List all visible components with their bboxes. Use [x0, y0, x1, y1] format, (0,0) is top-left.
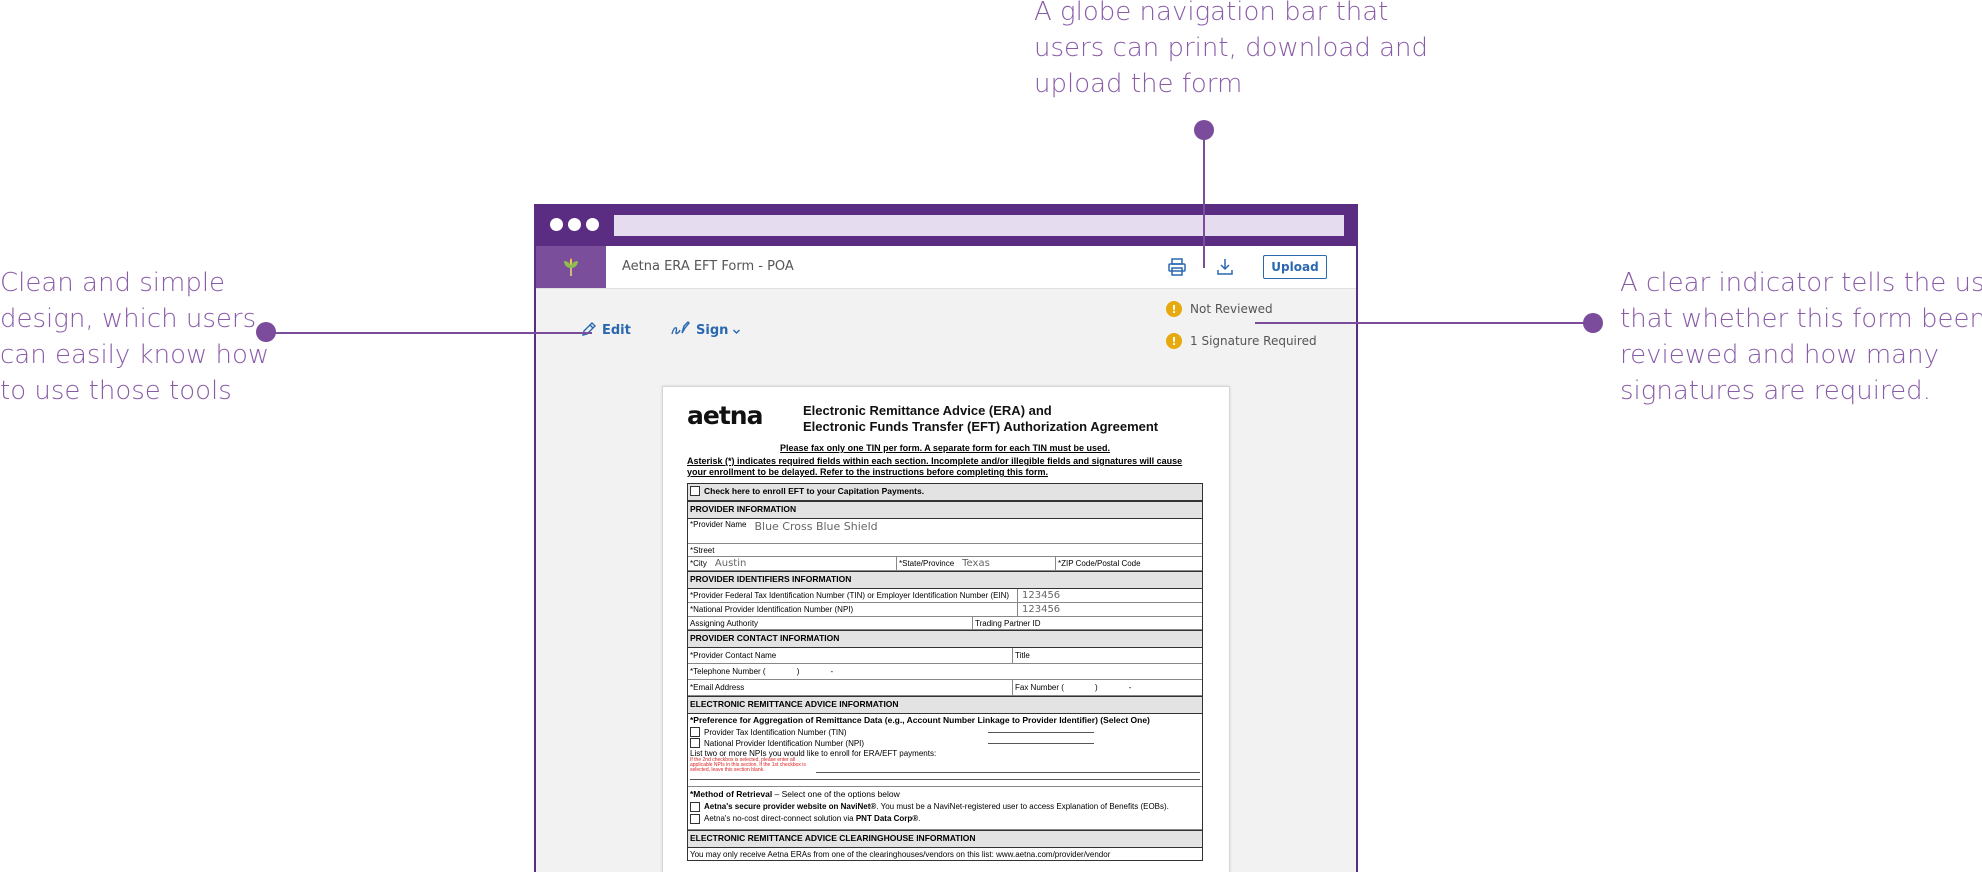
navinet-checkbox[interactable]: [690, 802, 700, 812]
leader-line-right: [1255, 322, 1593, 324]
npi-field[interactable]: 123456: [1022, 604, 1060, 615]
section-identifiers: PROVIDER IDENTIFIERS INFORMATION: [688, 571, 1202, 589]
pencil-icon: [582, 321, 596, 336]
fax-note: Please fax only one TIN per form. A sepa…: [780, 443, 1110, 453]
callout-dot-top: [1194, 120, 1214, 140]
npi-checkbox[interactable]: [690, 738, 700, 748]
provider-name-field[interactable]: Blue Cross Blue Shield: [754, 520, 877, 533]
callout-tools: Clean and simple design, which users can…: [0, 268, 270, 406]
method-block: *Method of Retrieval – Select one of the…: [688, 787, 1202, 830]
callout-dot-left: [256, 322, 276, 342]
window-dot[interactable]: [586, 218, 599, 231]
signature-status-text: 1 Signature Required: [1190, 334, 1317, 348]
form-title: Aetna ERA EFT Form - POA: [622, 259, 794, 274]
tin-row: *Provider Federal Tax Identification Num…: [688, 589, 1202, 603]
option-npi[interactable]: National Provider Identification Number …: [690, 738, 1200, 748]
option-pnt[interactable]: Aetna's no-cost direct-connect solution …: [690, 814, 1200, 824]
chevron-down-icon[interactable]: [732, 327, 741, 336]
phone-row[interactable]: *Telephone Number ( ) -: [688, 664, 1202, 680]
edit-label: Edit: [602, 323, 631, 338]
street-row[interactable]: *Street: [688, 544, 1202, 557]
zip-cell[interactable]: *ZIP Code/Postal Code: [1056, 557, 1202, 570]
callout-dot-right: [1583, 313, 1603, 333]
tin-field[interactable]: 123456: [1022, 590, 1060, 601]
print-icon[interactable]: [1164, 254, 1190, 280]
email-row: *Email Address Fax Number ( ) -: [688, 680, 1202, 696]
leader-line-top: [1203, 130, 1205, 268]
assigning-row: Assigning Authority Trading Partner ID: [688, 617, 1202, 630]
npi-row: *National Provider Identification Number…: [688, 603, 1202, 617]
city-row: *City Austin *State/Province Texas *ZIP …: [688, 557, 1202, 571]
address-bar[interactable]: [614, 215, 1344, 236]
red-instruction-note: If the 2nd checkbox is selected, please …: [690, 757, 806, 773]
leaf-logo-icon: [536, 246, 606, 288]
callout-status: A clear indicator tells the user that wh…: [1620, 268, 1982, 406]
window-titlebar: [536, 204, 1356, 246]
review-status-text: Not Reviewed: [1190, 302, 1273, 316]
window-dot[interactable]: [550, 218, 563, 231]
required-fields-note: Asterisk (*) indicates required fields w…: [687, 456, 1183, 477]
sign-button[interactable]: Sign: [670, 319, 741, 338]
pnt-checkbox[interactable]: [690, 814, 700, 824]
warning-icon: !: [1166, 333, 1182, 349]
state-cell[interactable]: *State/Province Texas: [897, 557, 1056, 570]
city-cell[interactable]: *City Austin: [688, 557, 897, 570]
preference-block: *Preference for Aggregation of Remittanc…: [688, 714, 1202, 787]
leader-line-left: [266, 332, 592, 334]
upload-button[interactable]: Upload: [1263, 255, 1327, 279]
signature-pen-icon: [671, 320, 690, 334]
city-field[interactable]: Austin: [715, 558, 746, 569]
browser-window: Aetna ERA EFT Form - POA Upload Edit Sig…: [534, 204, 1358, 872]
callout-navigation: A globe navigation bar that users can pr…: [1034, 0, 1429, 99]
form-document: aetna Electronic Remittance Advice (ERA)…: [662, 386, 1230, 872]
warning-icon: !: [1166, 301, 1182, 317]
option-tin[interactable]: Provider Tax Identification Number (TIN): [690, 727, 1200, 737]
aetna-logo: aetna: [687, 401, 763, 430]
capitation-row[interactable]: Check here to enroll EFT to your Capitat…: [688, 484, 1202, 501]
edit-button[interactable]: Edit: [580, 319, 631, 338]
document-title: Electronic Remittance Advice (ERA) and E…: [803, 403, 1159, 434]
option-navinet[interactable]: Aetna's secure provider website on NaviN…: [690, 802, 1200, 812]
section-era: ELECTRONIC REMITTANCE ADVICE INFORMATION: [688, 696, 1202, 714]
capitation-checkbox[interactable]: [690, 486, 700, 496]
app-header: Aetna ERA EFT Form - POA Upload: [536, 246, 1356, 289]
provider-name-row[interactable]: *Provider Name Blue Cross Blue Shield: [688, 519, 1202, 544]
section-provider-info: PROVIDER INFORMATION: [688, 501, 1202, 519]
review-status: ! Not Reviewed: [1166, 301, 1273, 317]
section-contact: PROVIDER CONTACT INFORMATION: [688, 630, 1202, 648]
tin-checkbox[interactable]: [690, 727, 700, 737]
download-icon[interactable]: [1212, 254, 1238, 280]
form-table: Check here to enroll EFT to your Capitat…: [687, 483, 1203, 861]
sign-label: Sign: [696, 323, 729, 338]
window-dot[interactable]: [568, 218, 581, 231]
signature-status: ! 1 Signature Required: [1166, 333, 1317, 349]
state-field[interactable]: Texas: [962, 558, 990, 569]
clearinghouse-note-row: You may only receive Aetna ERAs from one…: [690, 849, 1111, 859]
contact-name-row: *Provider Contact Name Title: [688, 648, 1202, 664]
section-clearinghouse: ELECTRONIC REMITTANCE ADVICE CLEARINGHOU…: [688, 830, 1202, 848]
toolbar: Edit Sign ! Not Reviewed ! 1 Signature R…: [536, 289, 1356, 361]
